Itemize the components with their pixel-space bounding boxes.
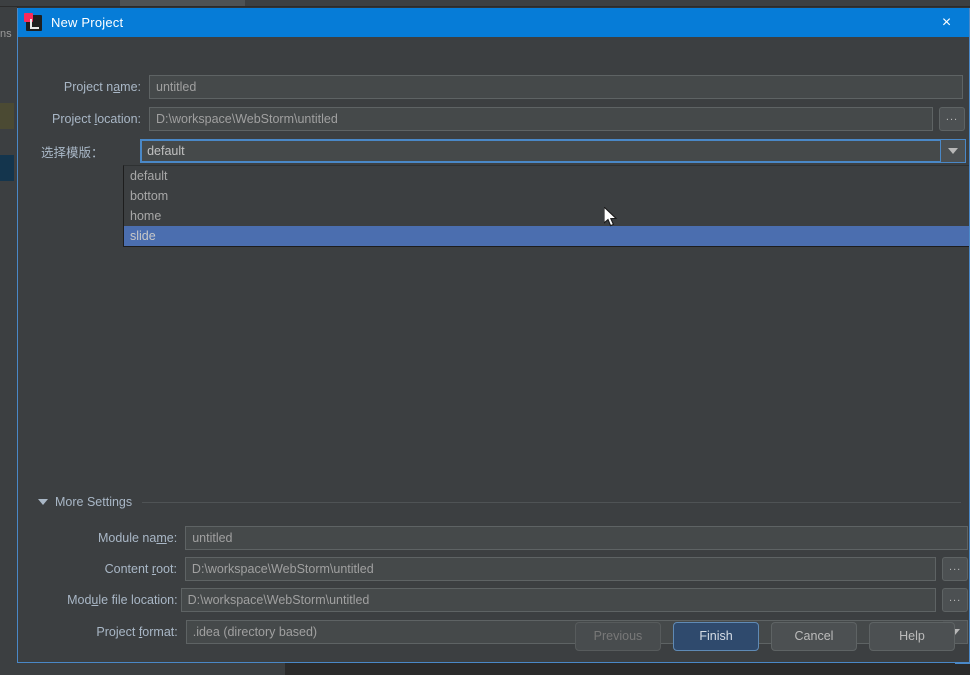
project-location-row: Project location: D:\workspace\WebStorm\… bbox=[41, 107, 966, 131]
project-location-browse-button[interactable]: ... bbox=[939, 107, 965, 131]
finish-button[interactable]: Finish bbox=[673, 621, 759, 651]
dropdown-item-home[interactable]: home bbox=[124, 206, 969, 226]
dropdown-item-bottom[interactable]: bottom bbox=[124, 186, 969, 206]
dialog-body: Project name: untitled Project location:… bbox=[18, 37, 969, 662]
module-file-location-row: Module file location: D:\workspace\WebSt… bbox=[58, 588, 968, 612]
dialog-footer: Previous Finish Cancel Help bbox=[18, 610, 969, 662]
background-editor-tab bbox=[120, 0, 245, 6]
new-project-dialog: New Project × Project name: untitled Pro… bbox=[17, 8, 970, 663]
module-name-label: Module name: bbox=[97, 531, 178, 545]
content-root-browse-button[interactable]: ... bbox=[942, 557, 968, 581]
chevron-down-icon[interactable] bbox=[941, 139, 966, 163]
module-name-row: Module name: untitled bbox=[58, 526, 968, 550]
content-root-label: Content root: bbox=[104, 562, 177, 576]
dialog-title: New Project bbox=[51, 15, 124, 30]
previous-button[interactable]: Previous bbox=[575, 621, 661, 651]
project-location-input[interactable]: D:\workspace\WebStorm\untitled bbox=[149, 107, 933, 131]
project-location-label: Project location: bbox=[52, 112, 141, 126]
more-settings-section: More Settings bbox=[26, 492, 966, 512]
more-settings-label: More Settings bbox=[55, 495, 133, 509]
more-settings-header[interactable]: More Settings bbox=[26, 492, 966, 512]
template-label: 选择模版： bbox=[41, 145, 104, 160]
chevron-down-icon bbox=[38, 499, 48, 505]
project-name-input[interactable]: untitled bbox=[149, 75, 963, 99]
dialog-titlebar: New Project × bbox=[18, 8, 969, 37]
background-list-row-selected bbox=[0, 155, 14, 181]
content-root-row: Content root: D:\workspace\WebStorm\unti… bbox=[58, 557, 968, 581]
webstorm-icon bbox=[24, 12, 42, 31]
background-list-row-olive bbox=[0, 103, 14, 129]
separator-line bbox=[142, 501, 961, 503]
background-console-area bbox=[185, 661, 970, 675]
template-dropdown-list[interactable]: default bottom home slide bbox=[123, 165, 969, 247]
background-console-tab bbox=[185, 661, 285, 675]
module-file-location-input[interactable]: D:\workspace\WebStorm\untitled bbox=[180, 588, 937, 612]
dropdown-item-default[interactable]: default bbox=[124, 166, 969, 186]
module-file-location-browse-button[interactable]: ... bbox=[942, 588, 968, 612]
module-name-input[interactable]: untitled bbox=[185, 526, 968, 550]
module-file-location-label: Module file location: bbox=[67, 593, 178, 607]
template-row: 选择模版： default bbox=[41, 139, 966, 163]
cancel-button[interactable]: Cancel bbox=[771, 621, 857, 651]
project-name-row: Project name: untitled bbox=[41, 75, 966, 99]
dropdown-item-slide[interactable]: slide bbox=[124, 226, 969, 246]
template-combo-input[interactable]: default bbox=[140, 139, 942, 163]
project-name-label: Project name: bbox=[63, 80, 141, 94]
content-root-input[interactable]: D:\workspace\WebStorm\untitled bbox=[184, 557, 937, 581]
close-icon[interactable]: × bbox=[924, 8, 969, 37]
background-sidebar-label: ns bbox=[0, 28, 12, 40]
help-button[interactable]: Help bbox=[869, 621, 955, 651]
